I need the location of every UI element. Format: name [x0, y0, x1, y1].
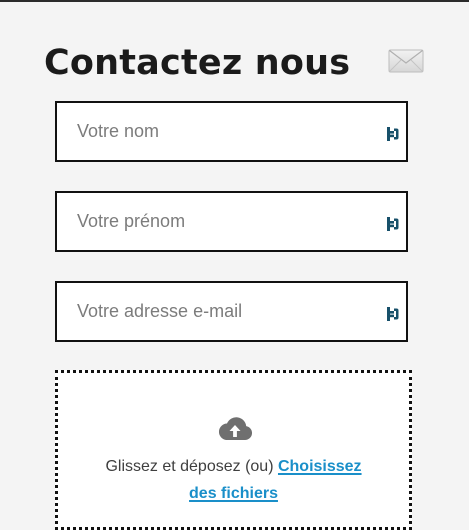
- page-title: Contactez nous: [44, 43, 351, 83]
- file-dropzone[interactable]: Glissez et déposez (ou) Choisissez des f…: [55, 370, 412, 530]
- firstname-input[interactable]: [57, 193, 406, 250]
- autofill-key-icon[interactable]: [386, 306, 400, 322]
- autofill-key-icon[interactable]: [386, 126, 400, 142]
- name-field[interactable]: [55, 101, 408, 162]
- name-input[interactable]: [57, 103, 406, 160]
- envelope-icon: [388, 49, 424, 73]
- contact-form: Contactez nous Votre nom Votre prénom Vo…: [0, 0, 469, 530]
- firstname-field[interactable]: [55, 191, 408, 252]
- choose-files-link[interactable]: Choisissez: [278, 458, 362, 475]
- choose-files-link-cont[interactable]: des fichiers: [189, 485, 278, 502]
- email-input[interactable]: [57, 283, 406, 340]
- dropzone-text: Glissez et déposez (ou) Choisissez: [58, 456, 409, 478]
- email-field[interactable]: [55, 281, 408, 342]
- dropzone-prompt: Glissez et déposez (ou): [105, 458, 278, 475]
- title-row: Contactez nous: [44, 38, 434, 88]
- autofill-key-icon[interactable]: [386, 216, 400, 232]
- cloud-upload-icon: [218, 417, 253, 441]
- dropzone-text-line2: des fichiers: [58, 483, 409, 505]
